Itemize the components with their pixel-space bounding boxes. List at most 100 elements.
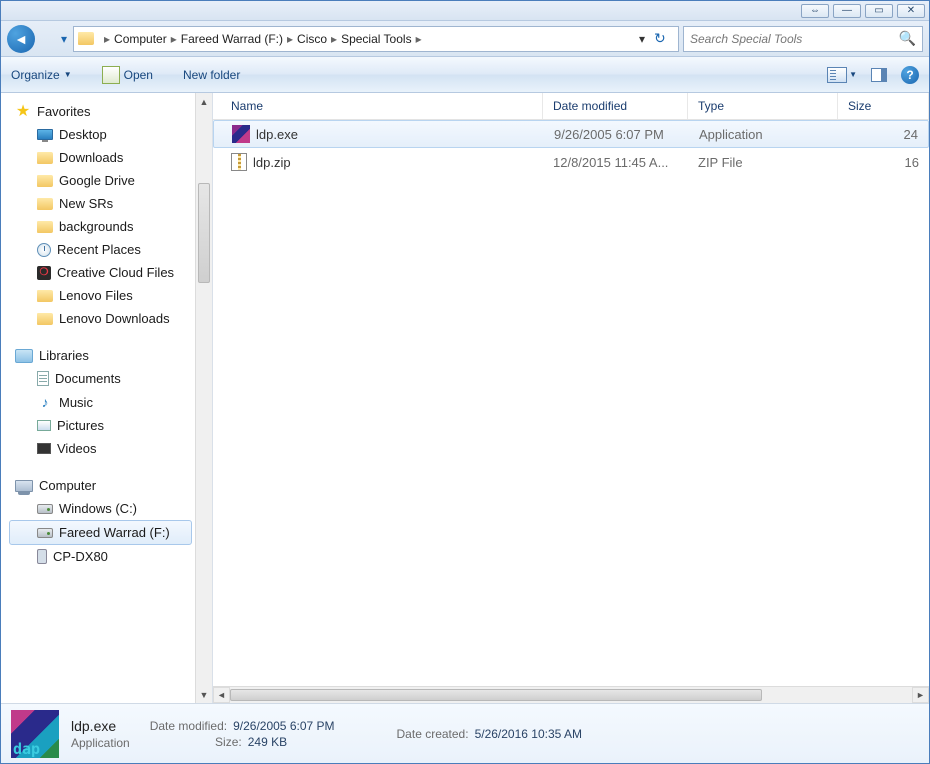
documents-icon [37,371,49,386]
sidebar-item-backgrounds[interactable]: backgrounds [9,215,212,238]
sidebar-item-label: Google Drive [59,173,135,188]
back-button[interactable]: ◄ [7,25,35,53]
meta-label: Size: [150,735,242,749]
folder-icon [37,175,53,187]
breadcrumb-bar[interactable]: ▸ Computer ▸ Fareed Warrad (F:) ▸ Cisco … [73,26,679,52]
header-size[interactable]: Size [838,93,929,119]
zip-icon [231,153,247,171]
sidebar-item-label: Desktop [59,127,107,142]
file-type: Application [689,127,839,142]
open-icon [102,66,120,84]
header-type[interactable]: Type [688,93,838,119]
chevron-right-icon[interactable]: ▸ [171,32,177,46]
pictures-icon [37,420,51,431]
chevron-down-icon: ▼ [849,70,857,79]
forward-button[interactable]: ► [31,25,59,53]
scroll-down-icon[interactable]: ▼ [196,686,212,703]
help-button[interactable]: ? [901,66,919,84]
column-headers: Name Date modified Type Size [213,93,929,120]
file-type: ZIP File [688,155,838,170]
header-date[interactable]: Date modified [543,93,688,119]
sidebar-item-videos[interactable]: Videos [9,437,212,460]
search-input[interactable]: Search Special Tools 🔍 [683,26,923,52]
sidebar-item-lenovodl[interactable]: Lenovo Downloads [9,307,212,330]
close-button[interactable]: ✕ [897,4,925,18]
file-date: 9/26/2005 6:07 PM [544,127,689,142]
details-modified: Date modified: 9/26/2005 6:07 PM [150,719,335,733]
sidebar-item-music[interactable]: ♪ Music [9,390,212,414]
scroll-thumb[interactable] [230,689,762,701]
expand-button[interactable]: ⇔ [801,4,829,18]
details-filetype: Application [71,736,130,750]
organize-button[interactable]: Organize ▼ [11,68,72,82]
computer-icon [15,480,33,492]
sidebar-item-label: Fareed Warrad (F:) [59,525,170,540]
address-dropdown[interactable]: ▾ [634,32,650,46]
open-label: Open [124,68,153,82]
music-icon: ♪ [37,394,53,410]
nav-scrollbar[interactable]: ▲ ▼ [195,93,212,703]
videos-icon [37,443,51,454]
libraries-icon [15,349,33,363]
chevron-right-icon[interactable]: ▸ [331,32,337,46]
sidebar-item-desktop[interactable]: Desktop [9,123,212,146]
folder-icon [37,313,53,325]
meta-value: 9/26/2005 6:07 PM [233,719,334,733]
view-button[interactable]: ▼ [827,67,857,83]
file-thumbnail [11,710,59,758]
breadcrumb-computer[interactable]: Computer [114,32,167,46]
breadcrumb-folder1[interactable]: Cisco [297,32,327,46]
sidebar-item-label: Music [59,395,93,410]
scroll-thumb[interactable] [198,183,210,283]
sidebar-item-documents[interactable]: Documents [9,367,212,390]
chevron-down-icon: ▼ [64,70,72,79]
creative-cloud-icon: ❍ [37,266,51,280]
search-placeholder: Search Special Tools [690,32,802,46]
sidebar-item-label: CP-DX80 [53,549,108,564]
sidebar-item-downloads[interactable]: Downloads [9,146,212,169]
computer-label: Computer [39,478,96,493]
breadcrumb-folder2[interactable]: Special Tools [341,32,412,46]
sidebar-item-pictures[interactable]: Pictures [9,414,212,437]
sidebar-item-newsrs[interactable]: New SRs [9,192,212,215]
horizontal-scrollbar[interactable]: ◄ ► [213,686,929,703]
computer-header[interactable]: Computer [9,474,212,497]
sidebar-item-googledrive[interactable]: Google Drive [9,169,212,192]
sidebar-item-f-drive[interactable]: Fareed Warrad (F:) [9,520,192,545]
preview-pane-button[interactable] [871,68,887,82]
maximize-button[interactable]: ▭ [865,4,893,18]
file-row[interactable]: ldp.zip 12/8/2015 11:45 A... ZIP File 16 [213,148,929,176]
sidebar-item-creativecloud[interactable]: ❍Creative Cloud Files [9,261,212,284]
search-icon[interactable]: 🔍 [899,30,916,47]
file-name: ldp.exe [256,127,298,142]
scroll-right-icon[interactable]: ► [912,687,929,703]
chevron-right-icon[interactable]: ▸ [104,32,110,46]
nav-history-dropdown[interactable]: ▾ [59,32,69,46]
scroll-left-icon[interactable]: ◄ [213,687,230,703]
sidebar-item-lenovofiles[interactable]: Lenovo Files [9,284,212,307]
open-button[interactable]: Open [102,66,153,84]
sidebar-item-c-drive[interactable]: Windows (C:) [9,497,212,520]
chevron-right-icon[interactable]: ▸ [416,32,422,46]
favorites-header[interactable]: ★ Favorites [9,99,212,123]
sidebar-item-recent[interactable]: Recent Places [9,238,212,261]
details-created: Date created: 5/26/2016 10:35 AM [397,727,582,741]
minimize-button[interactable]: — [833,4,861,18]
scroll-up-icon[interactable]: ▲ [196,93,212,110]
star-icon: ★ [15,103,31,119]
meta-label: Date modified: [150,719,227,733]
meta-label: Date created: [397,727,469,741]
libraries-header[interactable]: Libraries [9,344,212,367]
scroll-track[interactable] [230,687,912,703]
file-list: ldp.exe 9/26/2005 6:07 PM Application 24… [213,120,929,686]
sidebar-item-cpdx80[interactable]: CP-DX80 [9,545,212,568]
breadcrumb-drive[interactable]: Fareed Warrad (F:) [181,32,283,46]
newfolder-button[interactable]: New folder [183,68,240,82]
sidebar-item-label: Lenovo Downloads [59,311,170,326]
chevron-right-icon[interactable]: ▸ [287,32,293,46]
refresh-button[interactable]: ↻ [654,30,674,47]
navigation-pane: ★ Favorites Desktop Downloads Google Dri… [1,93,213,703]
recent-icon [37,243,51,257]
header-name[interactable]: Name [213,93,543,119]
file-row[interactable]: ldp.exe 9/26/2005 6:07 PM Application 24 [213,120,929,148]
